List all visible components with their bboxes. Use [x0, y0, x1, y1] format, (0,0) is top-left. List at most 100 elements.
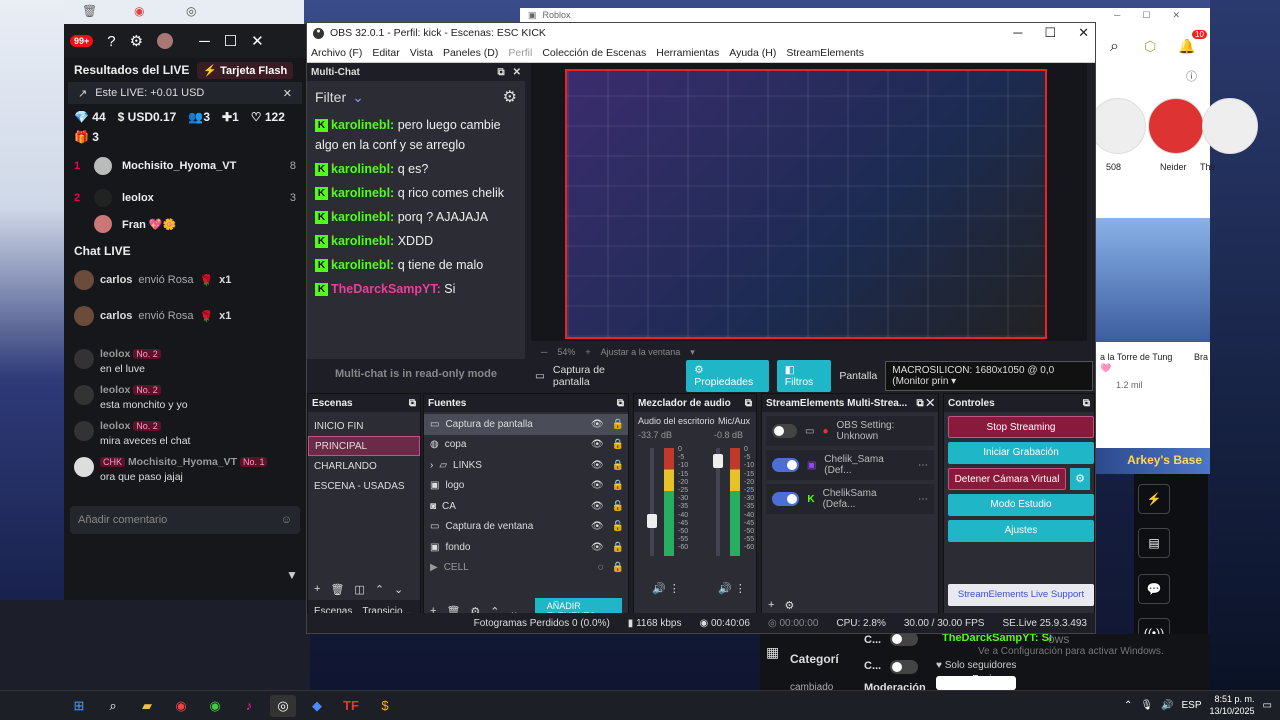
screen-select[interactable]: MACROSILICON: 1680x1050 @ 0,0 (Monitor p… [885, 361, 1093, 391]
eye-icon[interactable]: 👁 [591, 501, 604, 512]
float-icon[interactable]: ⧉ [497, 67, 504, 78]
chevron-right-icon[interactable]: › [430, 460, 433, 471]
menu-ayuda[interactable]: Ayuda (H) [729, 47, 776, 59]
lang-indicator[interactable]: ESP [1181, 700, 1201, 711]
menu-editar[interactable]: Editar [372, 47, 399, 59]
preview-canvas[interactable] [531, 63, 1087, 341]
clock[interactable]: 8:51 p. m. 13/10/2025 [1210, 693, 1255, 717]
menu-perfil[interactable]: Perfil [508, 47, 532, 59]
tarjeta-flash-button[interactable]: ⚡ Tarjeta Flash [197, 61, 294, 79]
start-recording-button[interactable]: Iniciar Grabación [948, 442, 1094, 464]
chevron-up-icon[interactable]: ⌃ [1124, 700, 1132, 711]
avatar[interactable] [157, 33, 174, 49]
eye-icon[interactable]: 👁 [591, 542, 604, 553]
menu-coleccion[interactable]: Colección de Escenas [542, 47, 646, 59]
document-icon[interactable]: ▤ [1138, 528, 1170, 558]
eye-off-icon[interactable]: ◌ [598, 562, 604, 573]
menu-archivo[interactable]: Archivo (F) [311, 47, 362, 59]
filter-icon[interactable]: ◫ [354, 583, 364, 596]
eye-icon[interactable]: 👁 [591, 419, 604, 430]
source-item[interactable]: › ▱ LINKS 👁 🔒 [424, 455, 628, 476]
source-item[interactable]: ◙ CA 👁 🔓 [424, 496, 628, 517]
lock-icon[interactable]: 🔒 [612, 439, 624, 450]
file-explorer-icon[interactable]: ▰ [134, 695, 160, 717]
toggle-switch[interactable] [890, 660, 918, 674]
emoji-icon[interactable]: ☺ [281, 514, 292, 526]
avatar[interactable] [1090, 98, 1146, 154]
filter-dropdown[interactable]: Filter ⌄ ⚙ [307, 81, 525, 113]
ranking-row[interactable]: 1 Mochisito_Hyoma_VT 8 [64, 150, 306, 182]
trash-icon[interactable]: 🗑 [82, 4, 97, 18]
slider-handle[interactable] [713, 454, 723, 468]
maximize-icon[interactable]: ☐ [224, 32, 237, 50]
windows-start-icon[interactable]: ⊞ [66, 695, 92, 717]
game-thumbnail[interactable] [1096, 218, 1210, 342]
menu-paneles[interactable]: Paneles (D) [443, 47, 498, 59]
filter-icon[interactable]: ▼ [286, 568, 298, 582]
toggle-switch[interactable] [890, 632, 918, 646]
obs-icon[interactable]: ◎ [270, 694, 296, 717]
close-icon[interactable]: ✕ [251, 32, 264, 50]
more-icon[interactable]: ⋯ [918, 460, 928, 471]
volume-slider[interactable] [647, 448, 657, 556]
robux-icon[interactable]: ⬡ [1144, 38, 1156, 55]
more-icon[interactable]: ⋯ [918, 494, 928, 505]
se-support-button[interactable]: StreamElements Live Support [948, 584, 1094, 606]
gear-icon[interactable]: ⚙ [503, 87, 517, 107]
speaker-icon[interactable]: 🔊 ⋮ [718, 582, 746, 595]
properties-button[interactable]: ⚙ Propiedades [686, 360, 769, 392]
chrome-icon[interactable]: ◉ [202, 695, 228, 717]
float-icon[interactable]: ⧉ [409, 398, 416, 409]
toggle-switch[interactable] [772, 492, 800, 506]
source-item[interactable]: ▭ Captura de ventana 👁 🔓 [424, 517, 628, 538]
info-icon[interactable]: ⓘ [1186, 68, 1197, 84]
lock-icon[interactable]: 🔒 [612, 562, 624, 573]
search-icon[interactable]: ⌕ [100, 695, 126, 717]
screen-capture-preview[interactable] [565, 69, 1047, 339]
eye-icon[interactable]: 👁 [591, 439, 604, 450]
scene-item[interactable]: ESCENA - USADAS [308, 476, 420, 496]
menu-streamelements[interactable]: StreamElements [786, 47, 864, 59]
chrome-icon[interactable]: ◉ [134, 4, 144, 18]
lock-icon[interactable]: 🔒 [612, 542, 624, 553]
eye-icon[interactable]: 👁 [591, 480, 604, 491]
filters-button[interactable]: ◧ Filtros [776, 360, 832, 392]
tiktok-icon[interactable]: ♪ [236, 695, 262, 717]
source-item[interactable]: ◍ copa 👁 🔒 [424, 435, 628, 456]
help-icon[interactable]: ? [107, 33, 115, 50]
gear-icon[interactable]: ⚙ [784, 599, 794, 612]
search-icon[interactable]: ⌕ [1110, 38, 1119, 56]
ranking-row[interactable]: Fran 💖🌼 [64, 214, 306, 234]
minus-icon[interactable]: ─ [541, 347, 547, 357]
scene-item[interactable]: INICIO FIN [308, 416, 420, 436]
eye-icon[interactable]: 👁 [591, 460, 604, 471]
bolt-icon[interactable]: ⚡ [1138, 484, 1170, 514]
unlock-icon[interactable]: 🔓 [612, 521, 624, 532]
toggle-switch[interactable] [772, 424, 798, 438]
close-icon[interactable]: ✕ [1078, 25, 1089, 41]
studio-mode-button[interactable]: Modo Estudio [948, 494, 1094, 516]
source-item[interactable]: ▭ Captura de pantalla 👁 🔒 [424, 414, 628, 435]
up-icon[interactable]: ⌃ [375, 583, 384, 596]
zoom-slider[interactable]: + [585, 347, 590, 357]
source-item[interactable]: ▣ fondo 👁 🔒 [424, 537, 628, 558]
float-icon[interactable]: ⧉ [745, 398, 752, 409]
menu-herramientas[interactable]: Herramientas [656, 47, 719, 59]
minimize-icon[interactable]: ─ [199, 33, 210, 50]
send-button[interactable]: Enviar [972, 674, 1000, 685]
float-icon[interactable]: ⧉ [617, 398, 624, 409]
scene-item[interactable]: CHARLANDO [308, 456, 420, 476]
lock-icon[interactable]: 🔒 [612, 460, 624, 471]
volume-icon[interactable]: 🔊 [1161, 700, 1173, 711]
settings-button[interactable]: Ajustes [948, 520, 1094, 542]
roblox-icon[interactable]: ◆ [304, 695, 330, 717]
maximize-icon[interactable]: ☐ [1044, 25, 1056, 41]
avatar[interactable] [1202, 98, 1258, 154]
scene-item[interactable]: PRINCIPAL [308, 436, 420, 456]
chat-icon[interactable]: 💬 [1138, 574, 1170, 604]
ranking-row[interactable]: 2 leolox 3 [64, 182, 306, 214]
slider-handle[interactable] [647, 514, 657, 528]
down-icon[interactable]: ⌄ [394, 583, 403, 596]
menu-vista[interactable]: Vista [410, 47, 433, 59]
stop-virtual-cam-button[interactable]: Detener Cámara Virtual [948, 468, 1066, 490]
